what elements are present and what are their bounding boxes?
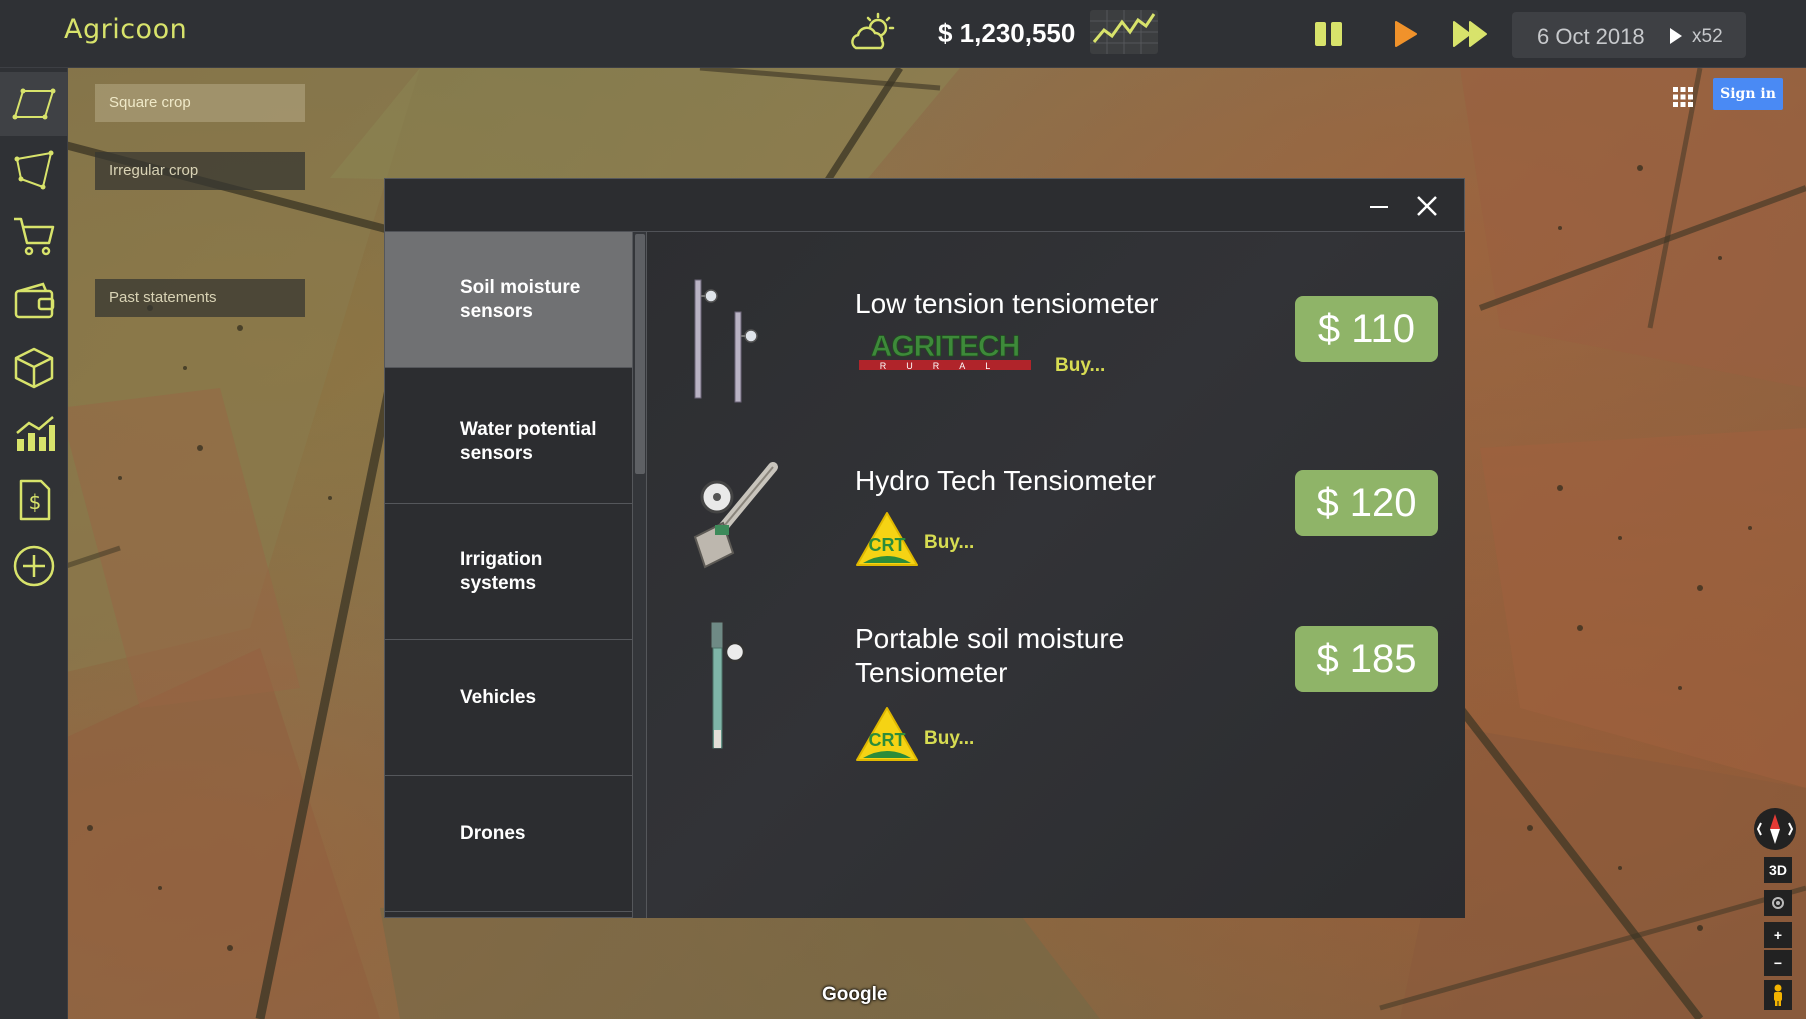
category-water-potential-sensors[interactable]: Water potential sensors	[385, 368, 632, 504]
compass-icon[interactable]	[1752, 806, 1798, 852]
stats-chart-icon	[16, 416, 55, 451]
zoom-in-button[interactable]: +	[1764, 922, 1792, 948]
line-chart-icon[interactable]	[1090, 10, 1158, 54]
partly-sunny-icon	[848, 12, 896, 54]
tool-sidebar: $	[0, 68, 68, 1019]
svg-text:CRT: CRT	[869, 730, 906, 750]
apps-grid-icon[interactable]	[1670, 84, 1696, 110]
category-list: Soil moisture sensors Water potential se…	[385, 232, 633, 918]
scrollbar-thumb[interactable]	[635, 234, 645, 474]
inventory-tool[interactable]	[0, 336, 68, 400]
svg-text:AGRITECH: AGRITECH	[871, 332, 1020, 363]
speed-arrow-icon	[1670, 28, 1682, 44]
game-date-box: 6 Oct 2018 x52	[1512, 12, 1746, 58]
pause-icon[interactable]	[1312, 18, 1346, 50]
wallet-icon	[14, 282, 55, 319]
tensiometer-image	[675, 457, 785, 597]
game-date: 6 Oct 2018	[1537, 24, 1645, 49]
add-tool[interactable]	[0, 534, 68, 598]
crt-logo: CRT	[855, 706, 919, 764]
buy-link[interactable]: Buy...	[1055, 355, 1105, 377]
sign-in-button[interactable]: Sign in	[1713, 78, 1783, 110]
category-label: Vehicles	[460, 687, 537, 708]
crt-logo: CRT	[855, 511, 919, 569]
category-label: Water potential sensors	[460, 419, 597, 464]
price-button[interactable]: $ 185	[1295, 626, 1438, 692]
street-view-pegman-icon[interactable]	[1764, 980, 1792, 1010]
square-crop-tool[interactable]	[0, 72, 68, 136]
buy-link[interactable]: Buy...	[924, 728, 974, 750]
category-soil-moisture-sensors[interactable]: Soil moisture sensors	[385, 232, 632, 368]
irregular-crop-icon	[14, 150, 54, 190]
game-speed: x52	[1692, 26, 1723, 47]
square-crop-icon	[12, 88, 56, 120]
square-crop-option[interactable]: Square crop	[95, 84, 305, 122]
product-name: Low tension tensiometer	[855, 288, 1159, 319]
price-button[interactable]: $ 120	[1295, 470, 1438, 536]
category-label: Irrigation systems	[460, 549, 543, 594]
invoice-dollar-icon: $	[19, 479, 51, 521]
agritech-logo: AGRITECH RURAL	[855, 330, 1035, 376]
tensiometer-image	[675, 272, 785, 412]
buy-link[interactable]: Buy...	[924, 532, 974, 554]
statistics-tool[interactable]	[0, 402, 68, 466]
svg-text:CRT: CRT	[869, 535, 906, 555]
top-bar: Agricoon $ 1,230,550 6 Oct 2018 x52	[0, 0, 1806, 68]
minimize-icon[interactable]	[1366, 193, 1392, 219]
svg-text:$: $	[29, 490, 42, 514]
my-location-icon[interactable]	[1764, 890, 1792, 916]
product-list: Low tension tensiometer AGRITECH RURAL B…	[647, 232, 1465, 918]
category-label: Soil moisture sensors	[460, 277, 581, 322]
product-name: Hydro Tech Tensiometer	[855, 465, 1156, 496]
play-icon[interactable]	[1388, 18, 1422, 50]
category-label: Drones	[460, 823, 526, 844]
modal-header	[385, 179, 1464, 232]
product-name: Portable soil moisture Tensiometer	[855, 623, 1125, 688]
shop-tool[interactable]	[0, 204, 68, 268]
box-icon	[14, 347, 54, 389]
close-icon[interactable]	[1412, 191, 1442, 221]
app-logo: Agricoon	[64, 14, 188, 45]
category-drones[interactable]: Drones	[385, 776, 632, 912]
balance-display: $ 1,230,550	[938, 18, 1076, 48]
svg-text:RURAL: RURAL	[880, 361, 1011, 371]
past-statements-option[interactable]: Past statements	[95, 279, 305, 317]
cart-icon	[14, 217, 55, 256]
statements-tool[interactable]: $	[0, 468, 68, 532]
add-circle-icon	[13, 545, 55, 587]
category-vehicles[interactable]: Vehicles	[385, 640, 632, 776]
store-modal: Soil moisture sensors Water potential se…	[384, 178, 1465, 918]
zoom-out-button[interactable]: −	[1764, 950, 1792, 976]
wallet-tool[interactable]	[0, 270, 68, 334]
category-irrigation-systems[interactable]: Irrigation systems	[385, 504, 632, 640]
irregular-crop-tool[interactable]	[0, 138, 68, 202]
fast-forward-icon[interactable]	[1452, 18, 1487, 50]
irregular-crop-option[interactable]: Irregular crop	[95, 152, 305, 190]
tensiometer-image	[675, 612, 785, 752]
view-3d-button[interactable]: 3D	[1764, 857, 1792, 883]
google-attribution: Google	[822, 984, 888, 1005]
price-button[interactable]: $ 110	[1295, 296, 1438, 362]
category-scrollbar[interactable]	[633, 232, 647, 918]
